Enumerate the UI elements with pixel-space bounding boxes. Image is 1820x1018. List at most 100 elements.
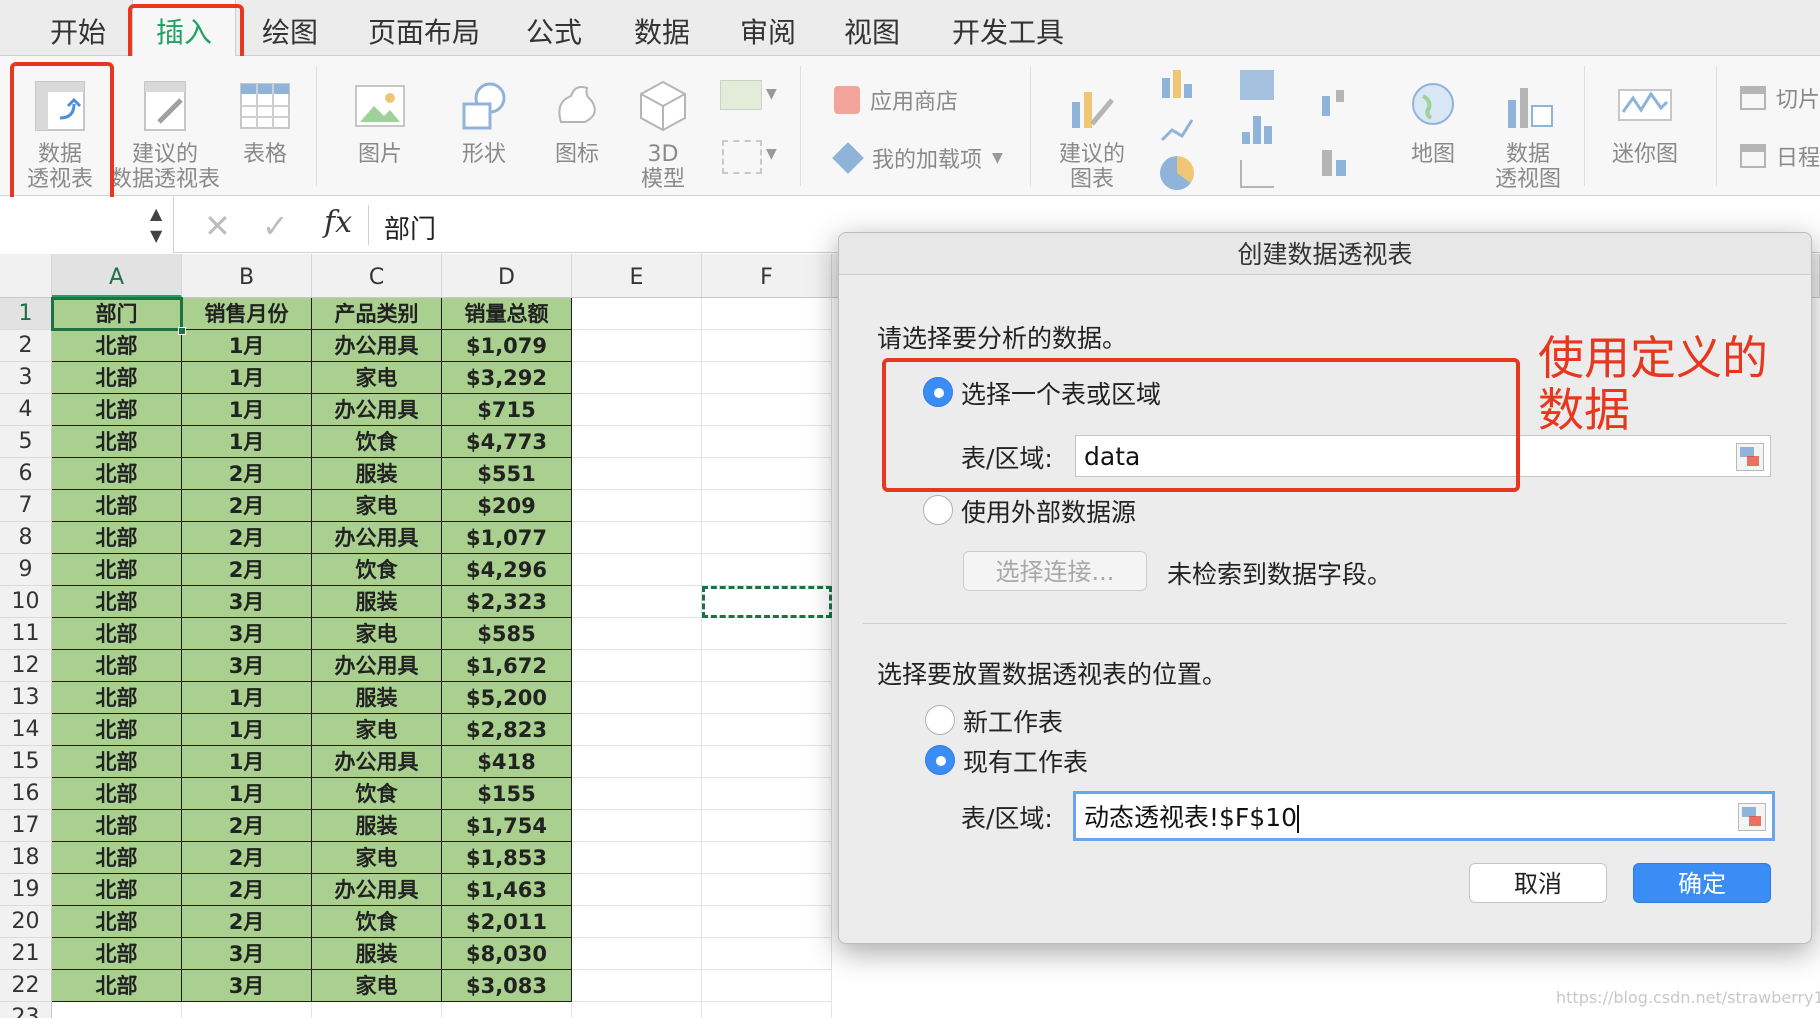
empty-cell[interactable] xyxy=(572,458,702,490)
radio-new-worksheet-label[interactable]: 新工作表 xyxy=(963,703,1063,739)
table-cell[interactable]: $1,077 xyxy=(442,522,572,554)
row-header[interactable]: 6 xyxy=(0,458,52,490)
slicer-button[interactable]: 切片 xyxy=(1740,82,1820,114)
select-all-corner[interactable] xyxy=(0,254,52,298)
combo-chart-icon[interactable] xyxy=(1320,146,1354,176)
cancel-button[interactable]: 取消 xyxy=(1469,863,1607,903)
row-header[interactable]: 12 xyxy=(0,650,52,682)
table-cell[interactable] xyxy=(52,1002,182,1018)
table-cell[interactable]: 饮食 xyxy=(312,426,442,458)
empty-cell[interactable] xyxy=(702,778,832,810)
table-cell[interactable]: 北部 xyxy=(52,554,182,586)
table-cell[interactable]: $715 xyxy=(442,394,572,426)
table-cell[interactable]: $3,083 xyxy=(442,970,572,1002)
cancel-entry-icon[interactable]: ✕ xyxy=(204,207,231,245)
shapes-button[interactable]: 形状 xyxy=(444,76,524,167)
table-cell[interactable]: 家电 xyxy=(312,618,442,650)
empty-cell[interactable] xyxy=(572,330,702,362)
table-cell[interactable]: 北部 xyxy=(52,938,182,970)
table-cell[interactable]: 服装 xyxy=(312,682,442,714)
icons-button[interactable]: 图标 xyxy=(542,76,612,167)
empty-cell[interactable] xyxy=(572,426,702,458)
empty-cell[interactable] xyxy=(702,330,832,362)
table-cell[interactable]: 北部 xyxy=(52,586,182,618)
choose-connection-button[interactable]: 选择连接... xyxy=(963,551,1147,591)
empty-cell[interactable] xyxy=(702,362,832,394)
table-cell[interactable]: 2月 xyxy=(182,810,312,842)
timeline-button[interactable]: 日程 xyxy=(1740,140,1820,172)
table-cell[interactable]: 北部 xyxy=(52,650,182,682)
empty-cell[interactable] xyxy=(702,682,832,714)
empty-cell[interactable] xyxy=(572,938,702,970)
table-cell[interactable]: $4,773 xyxy=(442,426,572,458)
row-header[interactable]: 3 xyxy=(0,362,52,394)
row-header[interactable]: 23 xyxy=(0,1002,52,1018)
empty-cell[interactable] xyxy=(572,618,702,650)
empty-cell[interactable] xyxy=(702,810,832,842)
radio-existing-worksheet[interactable] xyxy=(925,745,955,775)
table-cell[interactable]: 办公用具 xyxy=(312,746,442,778)
table-cell[interactable]: $1,853 xyxy=(442,842,572,874)
confirm-entry-icon[interactable]: ✓ xyxy=(262,207,289,245)
table-cell[interactable]: 3月 xyxy=(182,938,312,970)
table-cell[interactable]: $1,079 xyxy=(442,330,572,362)
empty-cell[interactable] xyxy=(572,778,702,810)
range-picker-icon[interactable] xyxy=(1736,443,1764,471)
row-header[interactable]: 17 xyxy=(0,810,52,842)
app-store-button[interactable]: 应用商店 xyxy=(834,84,958,116)
row-header[interactable]: 20 xyxy=(0,906,52,938)
empty-cell[interactable] xyxy=(572,490,702,522)
row-header[interactable]: 7 xyxy=(0,490,52,522)
empty-cell[interactable] xyxy=(702,970,832,1002)
fx-icon[interactable]: fx xyxy=(324,205,352,240)
table-cell[interactable]: 2月 xyxy=(182,554,312,586)
picture-button[interactable]: 图片 xyxy=(340,76,420,167)
statistic-chart-icon[interactable] xyxy=(1240,116,1274,144)
empty-cell[interactable] xyxy=(572,362,702,394)
tab-home[interactable]: 开始 xyxy=(36,0,120,56)
table-cell[interactable]: 北部 xyxy=(52,330,182,362)
table-cell[interactable]: 北部 xyxy=(52,490,182,522)
table-cell[interactable]: 家电 xyxy=(312,362,442,394)
empty-cell[interactable] xyxy=(572,522,702,554)
empty-cell[interactable] xyxy=(572,714,702,746)
row-header[interactable]: 15 xyxy=(0,746,52,778)
table-cell[interactable]: $155 xyxy=(442,778,572,810)
formula-input[interactable]: 部门 xyxy=(384,209,436,246)
empty-cell[interactable] xyxy=(702,426,832,458)
table-cell[interactable] xyxy=(312,1002,442,1018)
table-cell[interactable]: $5,200 xyxy=(442,682,572,714)
chevron-down-icon[interactable]: ▼ xyxy=(766,86,777,102)
fill-handle[interactable] xyxy=(178,327,186,335)
column-header-b[interactable]: B xyxy=(182,254,312,298)
recommended-pivot-button[interactable]: 建议的 数据透视表 xyxy=(108,76,222,192)
column-header-a[interactable]: A xyxy=(52,254,182,298)
table-cell[interactable]: 北部 xyxy=(52,362,182,394)
table-cell[interactable]: $209 xyxy=(442,490,572,522)
row-header[interactable]: 10 xyxy=(0,586,52,618)
scatter-chart-icon[interactable] xyxy=(1240,160,1274,188)
smartart-icon[interactable] xyxy=(720,80,762,110)
table-cell[interactable]: 办公用具 xyxy=(312,330,442,362)
table-cell[interactable]: $1,754 xyxy=(442,810,572,842)
table-cell[interactable]: 2月 xyxy=(182,874,312,906)
pivot-chart-button[interactable]: 数据 透视图 xyxy=(1488,76,1568,192)
row-header[interactable]: 21 xyxy=(0,938,52,970)
table-cell[interactable]: 1月 xyxy=(182,682,312,714)
tab-page-layout[interactable]: 页面布局 xyxy=(356,0,492,56)
recommended-charts-button[interactable]: 建议的 图表 xyxy=(1050,76,1134,192)
3d-models-button[interactable]: 3D 模型 xyxy=(628,76,698,192)
empty-cell[interactable] xyxy=(702,842,832,874)
empty-cell[interactable] xyxy=(702,938,832,970)
table-cell[interactable]: 北部 xyxy=(52,618,182,650)
table-cell[interactable]: 北部 xyxy=(52,874,182,906)
table-cell[interactable]: 1月 xyxy=(182,778,312,810)
table-cell[interactable]: $3,292 xyxy=(442,362,572,394)
table-cell[interactable]: 2月 xyxy=(182,906,312,938)
table-cell[interactable]: 家电 xyxy=(312,490,442,522)
table-cell[interactable]: 办公用具 xyxy=(312,874,442,906)
row-header[interactable]: 8 xyxy=(0,522,52,554)
radio-external-source[interactable] xyxy=(923,495,953,525)
table-cell[interactable]: 饮食 xyxy=(312,906,442,938)
table-cell[interactable]: 办公用具 xyxy=(312,650,442,682)
